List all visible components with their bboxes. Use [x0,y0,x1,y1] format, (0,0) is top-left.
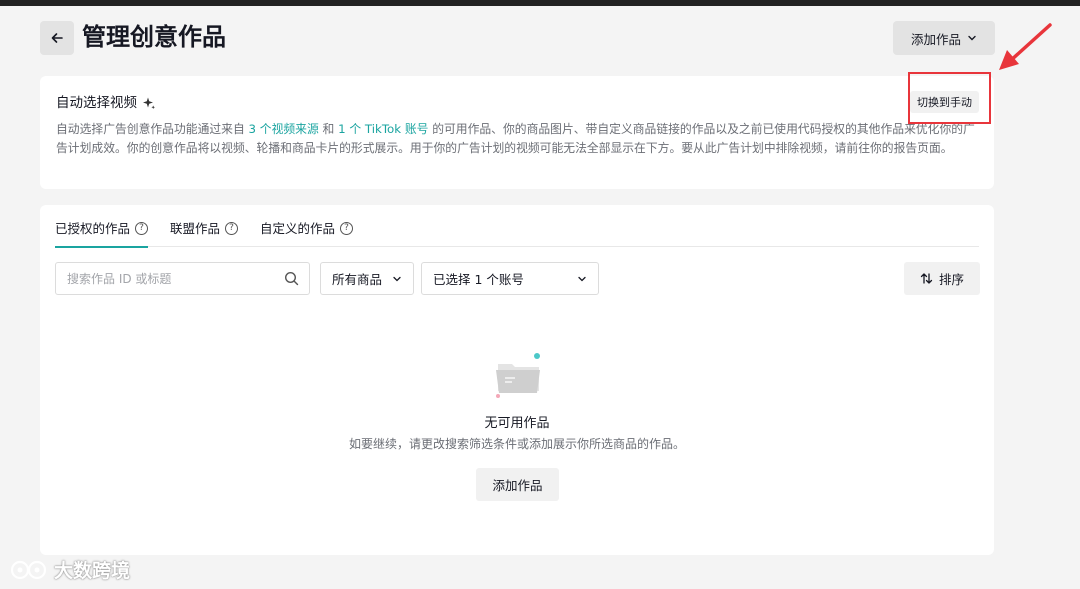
page-title: 管理创意作品 [82,23,226,51]
auto-select-card: 自动选择视频 切换到手动 自动选择广告创意作品功能通过来自 3 个视频来源 和 … [40,76,994,189]
search-icon[interactable] [284,271,299,286]
tiktok-account-link[interactable]: 1 个 TikTok 账号 [334,122,432,136]
logo-icon [10,560,47,579]
search-box [55,262,310,295]
empty-state-description: 如要继续，请更改搜索筛选条件或添加展示你所选商品的作品。 [348,437,685,451]
sparkle-icon [143,97,155,110]
back-button[interactable] [40,21,74,55]
auto-select-title: 自动选择视频 [56,94,156,112]
help-icon[interactable]: ? [135,222,149,235]
watermark-text: 大数跨境 [54,560,131,582]
help-icon[interactable]: ? [225,222,239,235]
annotation-arrow-icon [999,23,1052,70]
add-work-button[interactable]: 添加作品 [476,468,559,501]
tab-custom-works[interactable]: 自定义的作品 ? [260,221,354,247]
watermark-logo: 大数跨境 [10,556,130,583]
product-select[interactable]: 所有商品 [320,262,414,295]
works-card: 已授权的作品 ? 联盟作品 ? 自定义的作品 ? 所有商品 已选择 1 个账号 [40,205,994,555]
highlight-box [908,72,991,124]
chevron-down-icon [393,276,401,281]
account-select[interactable]: 已选择 1 个账号 [421,262,599,295]
sort-button[interactable]: 排序 [904,262,980,295]
tab-authorized-works[interactable]: 已授权的作品 ? [55,221,149,248]
add-work-dropdown-button[interactable]: 添加作品 [893,21,995,55]
chevron-down-icon [578,276,586,281]
sort-icon [920,273,933,284]
empty-folder-icon [496,353,540,398]
add-work-label: 添加作品 [910,31,961,47]
works-tabs: 已授权的作品 ? 联盟作品 ? 自定义的作品 ? [55,221,979,248]
empty-state-title: 无可用作品 [484,416,550,431]
video-sources-link[interactable]: 3 个视频来源 [245,122,323,136]
search-input[interactable] [56,263,266,294]
auto-select-description: 自动选择广告创意作品功能通过来自 3 个视频来源 和 1 个 TikTok 账号… [56,122,975,155]
top-bar [0,0,1080,6]
help-icon[interactable]: ? [340,222,354,235]
chevron-down-icon [968,35,976,41]
arrow-left-icon [51,33,63,43]
tab-affiliate-works[interactable]: 联盟作品 ? [170,221,239,247]
